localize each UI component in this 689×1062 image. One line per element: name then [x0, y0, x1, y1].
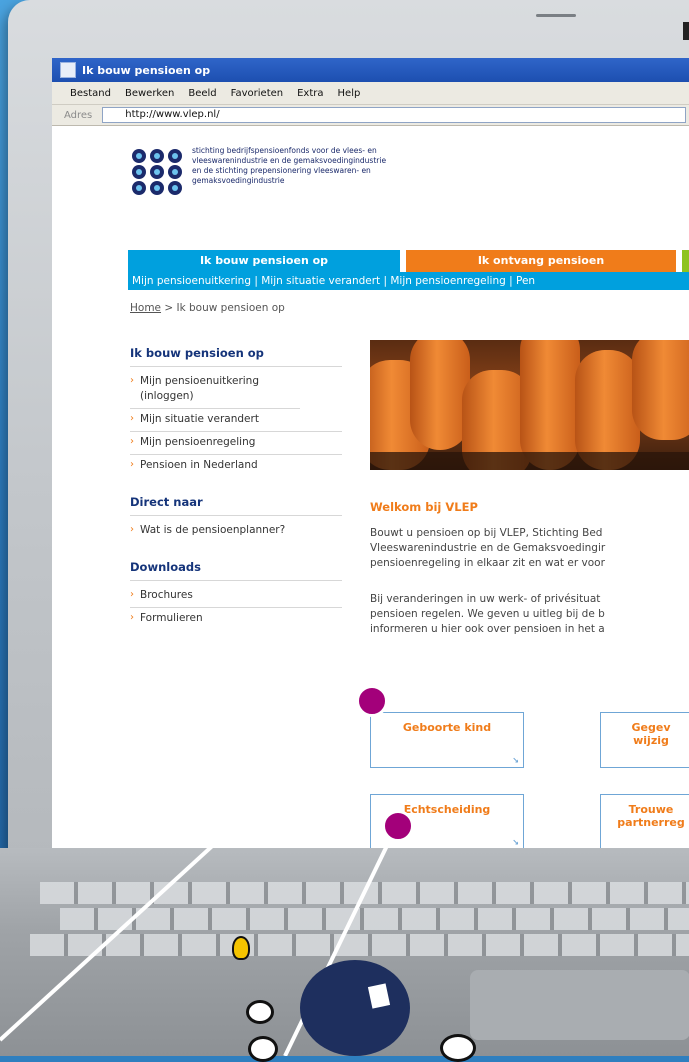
paragraph-line: Bij veranderingen in uw werk- of privési…: [370, 593, 601, 605]
vlep-logo-icon: [132, 149, 182, 195]
button-label: Geboorte kind: [402, 721, 492, 734]
main-tabs: Ik bouw pensioen op Ik ontvang pensioen: [128, 250, 689, 272]
key-row: [40, 882, 689, 904]
menu-bar: Bestand Bewerken Beeld Favorieten Extra …: [52, 82, 689, 105]
hero-image: [370, 340, 689, 470]
intro-paragraph: Bouwt u pensioen op bij VLEP, Stichting …: [370, 526, 605, 571]
browser-window: Ik bouw pensioen op Bestand Bewerken Bee…: [52, 58, 689, 848]
breadcrumb: Home > Ik bouw pensioen op: [130, 302, 285, 314]
tab-third[interactable]: [682, 250, 689, 272]
menu-beeld[interactable]: Beeld: [188, 88, 216, 99]
arrow-icon: ↘: [512, 838, 519, 847]
sub-navigation[interactable]: Mijn pensioenuitkering | Mijn situatie v…: [128, 272, 689, 290]
window-title: Ik bouw pensioen op: [82, 63, 211, 77]
sidebar: Ik bouw pensioen op Mijn pensioenuitkeri…: [130, 346, 342, 630]
browser-icon: [60, 62, 76, 78]
fuse-spark-icon: [232, 936, 250, 960]
sidebar-item-pensioenplanner[interactable]: Wat is de pensioenplanner?: [130, 520, 342, 542]
sidebar-item-situatie[interactable]: Mijn situatie verandert: [130, 409, 342, 432]
address-bar: Adres http://www.vlep.nl/: [52, 105, 689, 126]
welcome-heading: Welkom bij VLEP: [370, 500, 478, 514]
sidebar-heading: Direct naar: [130, 495, 342, 516]
web-page: stichting bedrijfspensioenfonds voor de …: [52, 126, 689, 848]
mascot-foot: [248, 1036, 278, 1062]
camera-icon: [683, 22, 689, 40]
paragraph-line: informeren u hier ook over pensioen in h…: [370, 623, 605, 635]
callout-dot: [382, 810, 414, 842]
tab-ik-bouw-pensioen-op[interactable]: Ik bouw pensioen op: [128, 250, 400, 272]
menu-bewerken[interactable]: Bewerken: [125, 88, 174, 99]
button-label: Trouwe: [628, 803, 674, 816]
key-row: [30, 934, 689, 956]
sidebar-item-formulieren[interactable]: Formulieren: [130, 608, 342, 630]
geboorte-kind-button[interactable]: Geboorte kind ↘: [370, 712, 524, 768]
breadcrumb-home-link[interactable]: Home: [130, 302, 161, 314]
key-row: [60, 908, 689, 930]
sidebar-item-brochures[interactable]: Brochures: [130, 585, 342, 608]
trouwen-partnerregistratie-button[interactable]: Trouwe partnerreg: [600, 794, 689, 848]
menu-extra[interactable]: Extra: [297, 88, 323, 99]
paragraph-line: Bouwt u pensioen op bij VLEP, Stichting …: [370, 527, 603, 539]
paragraph-line: Vleeswarenindustrie en de Gemaksvoedingi…: [370, 542, 606, 554]
menu-bestand[interactable]: Bestand: [70, 88, 111, 99]
camera-slot: [536, 14, 576, 17]
address-label: Adres: [64, 109, 93, 121]
logo-line: vleeswarenindustrie en de gemaksvoedingi…: [192, 156, 387, 165]
gegevens-wijzigen-button[interactable]: Gegev wijzig: [600, 712, 689, 768]
button-label: partnerreg: [617, 816, 685, 829]
logo-text: stichting bedrijfspensioenfonds voor de …: [192, 146, 552, 186]
sidebar-item-nederland[interactable]: Pensioen in Nederland: [130, 455, 342, 477]
arrow-icon: ↘: [512, 756, 519, 765]
breadcrumb-current: > Ik bouw pensioen op: [161, 302, 285, 314]
paragraph-line: pensioen regelen. We geven u uitleg bij …: [370, 608, 605, 620]
mascot-foot: [440, 1034, 476, 1062]
menu-favorieten[interactable]: Favorieten: [231, 88, 283, 99]
trackpad: [470, 970, 689, 1040]
sidebar-item-pensioenuitkering[interactable]: Mijn pensioenuitkering (inloggen): [130, 371, 300, 409]
tab-ik-ontvang-pensioen[interactable]: Ik ontvang pensioen: [406, 250, 676, 272]
menu-help[interactable]: Help: [338, 88, 361, 99]
paragraph-line: pensioenregeling in elkaar zit en wat er…: [370, 557, 605, 569]
address-input[interactable]: http://www.vlep.nl/: [102, 107, 687, 123]
sidebar-heading: Ik bouw pensioen op: [130, 346, 342, 367]
logo-line: en de stichting prepensionering vleeswar…: [192, 166, 371, 175]
button-label: Gegev: [631, 721, 671, 734]
changes-paragraph: Bij veranderingen in uw werk- of privési…: [370, 592, 605, 637]
sidebar-heading: Downloads: [130, 560, 342, 581]
logo-line: gemaksvoedingindustrie: [192, 176, 285, 185]
window-titlebar: Ik bouw pensioen op: [52, 58, 689, 82]
mascot-foot: [246, 1000, 274, 1024]
callout-dot: [356, 685, 388, 717]
button-label: wijzig: [633, 734, 669, 747]
logo-line: stichting bedrijfspensioenfonds voor de …: [192, 146, 377, 155]
mascot-bomb-icon: [300, 960, 410, 1056]
sidebar-item-pensioenregeling[interactable]: Mijn pensioenregeling: [130, 432, 342, 455]
